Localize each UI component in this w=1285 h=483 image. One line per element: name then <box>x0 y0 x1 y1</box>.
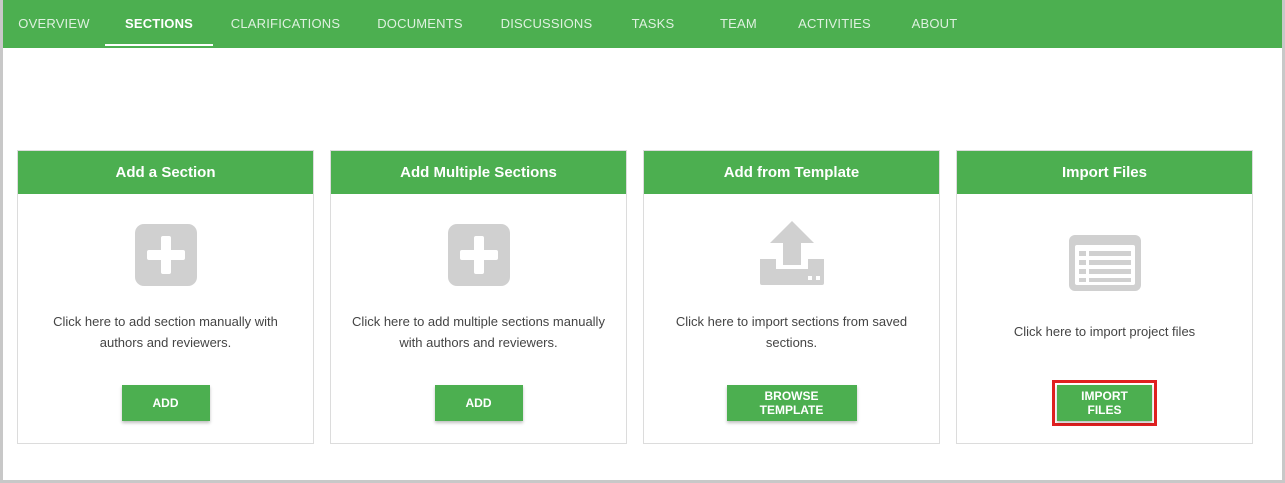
card-add-from-template[interactable]: Add from Template Click here to import s… <box>643 150 940 444</box>
import-files-button[interactable]: IMPORT FILES <box>1057 385 1152 421</box>
browse-template-button[interactable]: BROWSE TEMPLATE <box>726 385 857 421</box>
tab-clarifications[interactable]: CLARIFICATIONS <box>213 0 358 46</box>
card-import-files[interactable]: Import Files Click here to import projec… <box>956 150 1253 444</box>
tab-overview[interactable]: OVERVIEW <box>3 0 105 46</box>
tab-activities[interactable]: ACTIVITIES <box>782 0 887 46</box>
card-add-section[interactable]: Add a Section Click here to add section … <box>17 150 314 444</box>
add-section-button[interactable]: ADD <box>121 385 210 421</box>
card-title: Add a Section <box>18 151 313 194</box>
tab-tasks[interactable]: TASKS <box>611 0 695 46</box>
tab-team[interactable]: TEAM <box>695 0 782 46</box>
file-list-icon <box>957 235 1252 291</box>
tab-sections[interactable]: SECTIONS <box>105 0 213 46</box>
tab-discussions[interactable]: DISCUSSIONS <box>482 0 611 46</box>
upload-tray-icon <box>644 221 939 287</box>
card-title: Import Files <box>957 151 1252 194</box>
plus-icon <box>331 224 626 286</box>
plus-icon <box>18 224 313 286</box>
card-description: Click here to import sections from saved… <box>675 314 908 350</box>
card-title: Add from Template <box>644 151 939 194</box>
section-options: Add a Section Click here to add section … <box>17 150 1253 444</box>
top-nav: OVERVIEW SECTIONS CLARIFICATIONS DOCUMEN… <box>3 0 1282 48</box>
card-description: Click here to add section manually with … <box>53 314 278 350</box>
card-title: Add Multiple Sections <box>331 151 626 194</box>
card-description: Click here to add multiple sections manu… <box>352 314 605 350</box>
card-description: Click here to import project files <box>1013 324 1196 339</box>
tab-documents[interactable]: DOCUMENTS <box>358 0 482 46</box>
highlight-box: IMPORT FILES <box>1052 380 1157 426</box>
add-multiple-sections-button[interactable]: ADD <box>434 385 523 421</box>
card-add-multiple-sections[interactable]: Add Multiple Sections Click here to add … <box>330 150 627 444</box>
tab-about[interactable]: ABOUT <box>887 0 982 46</box>
